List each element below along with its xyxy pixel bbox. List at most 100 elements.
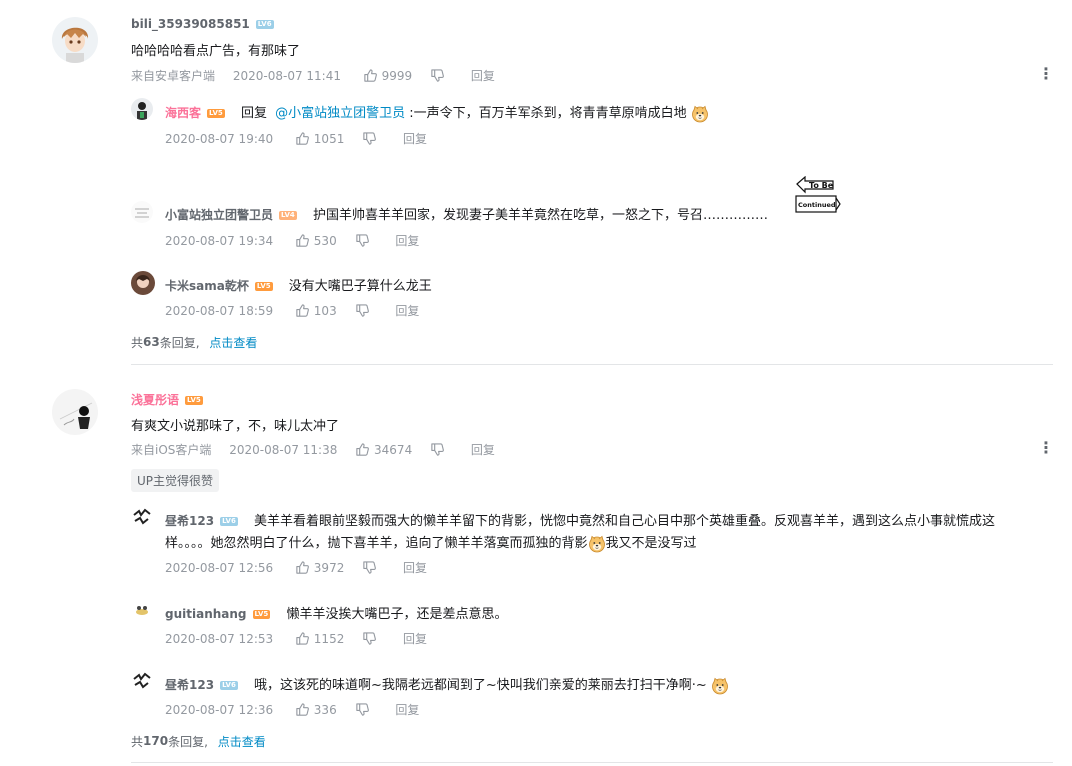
reply-time: 2020-08-07 12:36 (165, 702, 274, 717)
like-count: 530 (313, 233, 337, 248)
like-button[interactable]: 3972 (295, 560, 344, 575)
more-icon[interactable]: ⋮ (1038, 66, 1054, 82)
sticker-line-1: To Be (809, 181, 834, 190)
reply-time: 2020-08-07 12:53 (165, 631, 274, 646)
reply-time: 2020-08-07 18:59 (165, 303, 274, 318)
reply-avatar[interactable] (131, 201, 153, 223)
level-badge: LV5 (207, 109, 225, 118)
like-icon (355, 442, 370, 457)
comment-time: 2020-08-07 11:41 (232, 68, 341, 83)
like-count: 1152 (313, 631, 345, 646)
sticker-line-2: Continued (798, 201, 836, 209)
more-icon[interactable]: ⋮ (1038, 440, 1054, 456)
dislike-button[interactable] (362, 131, 377, 146)
reply-avatar[interactable] (131, 271, 155, 295)
reply-text: 护国羊帅喜羊羊回家，发现妻子美羊羊竟然在吃草，一怒之下，号召…………… (312, 208, 768, 223)
reply-button[interactable]: 回复 (403, 130, 427, 147)
reply-count-suffix: 条回复, (159, 336, 200, 350)
reply-button[interactable]: 回复 (471, 67, 495, 84)
reply-username[interactable]: 昼希123 (165, 514, 214, 528)
user-avatar[interactable] (52, 389, 98, 435)
view-more-link[interactable]: 点击查看 (218, 733, 266, 750)
reply-time: 2020-08-07 19:40 (165, 131, 274, 146)
reply-avatar[interactable] (131, 98, 153, 120)
like-button[interactable]: 9999 (363, 68, 412, 83)
dislike-button[interactable] (362, 631, 377, 646)
reply-button[interactable]: 回复 (395, 701, 419, 718)
reply-meta: 2020-08-07 12:56 3972 回复 (165, 559, 427, 576)
comment-username[interactable]: 浅夏彤语 LV5 (131, 391, 203, 408)
like-icon (295, 631, 310, 646)
like-button[interactable]: 530 (295, 233, 337, 248)
reply-meta: 2020-08-07 12:53 1152 回复 (165, 630, 427, 647)
reply-prefix: 回复 (240, 106, 267, 121)
reply-button[interactable]: 回复 (403, 630, 427, 647)
reply-username[interactable]: 海西客 (165, 106, 201, 120)
like-icon (295, 233, 310, 248)
reply-username[interactable]: 卡米sama乾杯 (165, 279, 249, 293)
reply-avatar[interactable] (131, 506, 153, 528)
client-source: 来自iOS客户端 (131, 443, 212, 457)
dislike-icon (355, 303, 370, 318)
reply-button[interactable]: 回复 (395, 302, 419, 319)
reply-avatar[interactable] (131, 670, 153, 692)
like-count: 336 (313, 702, 337, 717)
to-be-continued-sticker: To Be Continued (795, 175, 841, 216)
user-avatar[interactable] (52, 17, 98, 63)
like-button[interactable]: 1051 (295, 131, 344, 146)
comment-meta: 来自安卓客户端 2020-08-07 11:41 9999 回复 (131, 67, 495, 84)
reply-time: 2020-08-07 12:56 (165, 560, 274, 575)
dislike-button[interactable] (430, 68, 445, 83)
reply-text: :一声令下，百万羊军杀到，将青青草原啃成白地 (405, 106, 687, 121)
level-badge: LV6 (220, 517, 238, 526)
reply-text: 懒羊羊没挨大嘴巴子，还是差点意思。 (286, 607, 508, 622)
reply-line: guitianhang LV5 懒羊羊没挨大嘴巴子，还是差点意思。 (165, 603, 507, 622)
reply-count-suffix: 条回复, (168, 735, 208, 749)
reply-count-prefix: 共 (131, 336, 144, 350)
like-icon (295, 303, 310, 318)
dislike-icon (362, 631, 377, 646)
like-button[interactable]: 336 (295, 702, 337, 717)
reply-avatar[interactable] (131, 599, 153, 621)
like-button[interactable]: 1152 (295, 631, 344, 646)
reply-line: 昼希123 LV6 哦，这该死的味道啊~我隔老远都闻到了~快叫我们亲爱的莱丽去打扫… (165, 674, 729, 695)
reply-username[interactable]: 昼希123 (165, 678, 214, 692)
reply-meta: 2020-08-07 19:40 1051 回复 (165, 130, 427, 147)
like-button[interactable]: 34674 (355, 442, 412, 457)
comment-username[interactable]: bili_35939085851 LV6 (131, 17, 274, 31)
reply-text-tail: 我又不是没写过 (605, 536, 697, 551)
reply-count: 共63条回复, 点击查看 (131, 334, 257, 351)
like-count: 9999 (381, 68, 413, 83)
dislike-button[interactable] (355, 233, 370, 248)
reply-button[interactable]: 回复 (395, 232, 419, 249)
comment-meta: 来自iOS客户端 2020-08-07 11:38 34674 回复 (131, 441, 495, 458)
reply-count: 共170条回复, 点击查看 (131, 733, 266, 750)
reply-button[interactable]: 回复 (471, 441, 495, 458)
like-icon (295, 702, 310, 717)
dislike-button[interactable] (355, 303, 370, 318)
reply-text: 没有大嘴巴子算什么龙王 (288, 279, 432, 294)
level-badge: LV6 (220, 681, 238, 690)
reply-button[interactable]: 回复 (403, 559, 427, 576)
mention-link[interactable]: @小富站独立团警卫员 (275, 106, 405, 121)
level-badge: LV5 (252, 610, 271, 619)
dislike-button[interactable] (362, 560, 377, 575)
username-text[interactable]: bili_35939085851 (131, 17, 250, 31)
dislike-icon (362, 560, 377, 575)
comment-divider (131, 364, 1053, 365)
reply-username[interactable]: 小富站独立团警卫员 (165, 208, 273, 222)
reply-username[interactable]: guitianhang (165, 607, 247, 621)
like-icon (295, 131, 310, 146)
reply-line: 海西客 LV5 回复 @小富站独立团警卫员 :一声令下，百万羊军杀到，将青青草原啃… (165, 102, 709, 123)
dislike-icon (355, 233, 370, 248)
dislike-button[interactable] (355, 702, 370, 717)
like-count: 34674 (374, 442, 413, 457)
reply-meta: 2020-08-07 19:34 530 回复 (165, 232, 419, 249)
username-text[interactable]: 浅夏彤语 (131, 393, 179, 407)
dislike-icon (430, 442, 445, 457)
reply-line: 小富站独立团警卫员 LV4 护国羊帅喜羊羊回家，发现妻子美羊羊竟然在吃草，一怒之下… (165, 204, 768, 223)
view-more-link[interactable]: 点击查看 (209, 334, 257, 351)
like-button[interactable]: 103 (295, 303, 337, 318)
reply-line: 卡米sama乾杯 LV5 没有大嘴巴子算什么龙王 (165, 275, 432, 294)
dislike-button[interactable] (430, 442, 445, 457)
